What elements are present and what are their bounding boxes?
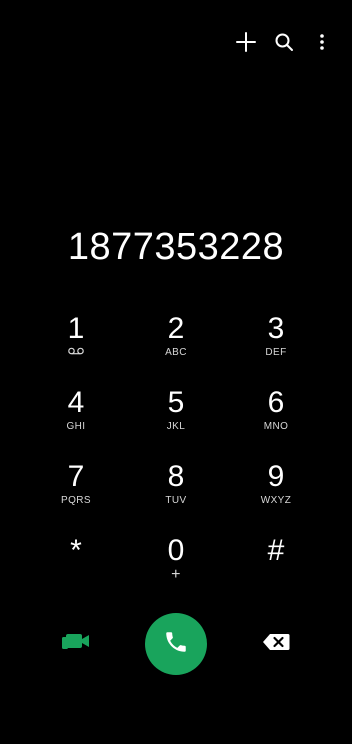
backspace-button[interactable] — [226, 633, 326, 656]
key-2[interactable]: 2 ABC — [126, 312, 226, 386]
key-digit: 5 — [167, 386, 185, 419]
video-call-icon — [61, 632, 91, 657]
top-actions — [234, 30, 334, 54]
key-letters: DEF — [265, 347, 287, 358]
voicemail-icon — [68, 347, 84, 359]
dial-keypad: 1 2 ABC 3 DEF 4 GHI 5 JKL 6 MNO 7 PQRS 8… — [26, 312, 326, 608]
dialed-number[interactable]: 1877353228 — [0, 226, 352, 269]
bottom-actions — [26, 612, 326, 676]
key-8[interactable]: 8 TUV — [126, 460, 226, 534]
more-vertical-icon[interactable] — [310, 30, 334, 54]
key-hash[interactable]: # — [226, 534, 326, 608]
backspace-icon — [262, 633, 290, 656]
key-digit: 9 — [267, 460, 285, 493]
key-digit: * — [70, 534, 82, 567]
phone-icon — [163, 629, 189, 660]
key-1[interactable]: 1 — [26, 312, 126, 386]
key-letters: + — [171, 566, 181, 583]
key-letters: MNO — [263, 421, 289, 432]
key-digit: 8 — [167, 460, 185, 493]
key-5[interactable]: 5 JKL — [126, 386, 226, 460]
key-letters: WXYZ — [260, 495, 292, 506]
video-call-button[interactable] — [26, 632, 126, 657]
key-digit: 7 — [67, 460, 85, 493]
key-letters: JKL — [166, 421, 186, 432]
key-digit: 3 — [267, 312, 285, 345]
key-digit: 0 — [167, 534, 185, 567]
call-button[interactable] — [145, 613, 207, 675]
key-star[interactable]: * — [26, 534, 126, 608]
key-3[interactable]: 3 DEF — [226, 312, 326, 386]
key-9[interactable]: 9 WXYZ — [226, 460, 326, 534]
key-letters: GHI — [66, 421, 86, 432]
key-letters: TUV — [165, 495, 187, 506]
key-7[interactable]: 7 PQRS — [26, 460, 126, 534]
key-letters: ABC — [165, 347, 187, 358]
key-6[interactable]: 6 MNO — [226, 386, 326, 460]
key-digit: 1 — [67, 312, 85, 345]
key-letters: PQRS — [61, 495, 91, 506]
key-digit: 4 — [67, 386, 85, 419]
key-0[interactable]: 0 + — [126, 534, 226, 608]
search-icon[interactable] — [272, 30, 296, 54]
key-digit: # — [267, 534, 285, 567]
plus-icon[interactable] — [234, 30, 258, 54]
key-digit: 6 — [267, 386, 285, 419]
key-4[interactable]: 4 GHI — [26, 386, 126, 460]
key-digit: 2 — [167, 312, 185, 345]
